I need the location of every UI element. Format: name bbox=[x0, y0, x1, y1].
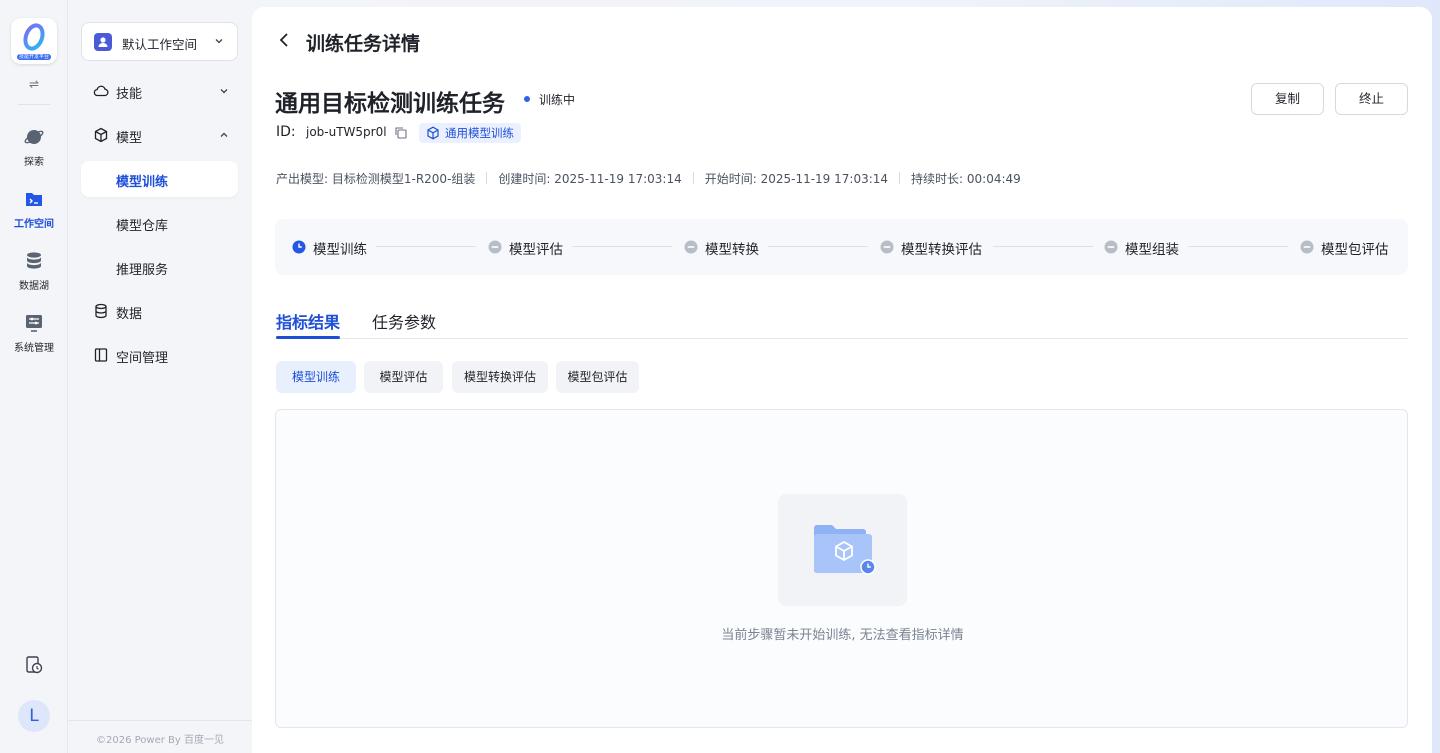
empty-message: 当前步骤暂未开始训练, 无法查看指标详情 bbox=[721, 628, 964, 643]
tab-divider bbox=[275, 338, 1408, 339]
sidebar-item-model-training[interactable]: 模型训练 bbox=[81, 161, 238, 197]
copy-icon[interactable] bbox=[394, 126, 407, 139]
step-label: 模型包评估 bbox=[1321, 242, 1389, 258]
sidebar-item-label: 空间管理 bbox=[116, 351, 169, 366]
logo-caption: 技能开发平台 bbox=[16, 54, 51, 60]
chevron-down-icon bbox=[220, 89, 228, 94]
database-icon bbox=[27, 252, 41, 269]
empty-folder-icon bbox=[814, 525, 876, 575]
user-avatar[interactable]: L bbox=[18, 700, 50, 732]
page-title: 训练任务详情 bbox=[306, 33, 421, 55]
swap-icon[interactable]: ⇌ bbox=[25, 77, 43, 91]
sidebar-item-model-repo[interactable]: 模型仓库 bbox=[81, 205, 238, 241]
sidebar-item-inference[interactable]: 推理服务 bbox=[81, 249, 238, 285]
sidebar-item-label: 模型 bbox=[116, 131, 143, 146]
task-meta: 产出模型: 目标检测模型1-R200-组装 创建时间: 2025-11-19 17… bbox=[276, 170, 1021, 187]
step-connector bbox=[993, 246, 1093, 247]
rail-item-label: 工作空间 bbox=[14, 219, 54, 230]
chevron-up-icon bbox=[220, 132, 228, 137]
rail-divider bbox=[18, 104, 50, 105]
rail-item-label: 系统管理 bbox=[14, 343, 54, 354]
tag-label: 通用模型训练 bbox=[445, 126, 514, 140]
tab-active-indicator bbox=[276, 336, 340, 339]
tab-metrics[interactable]: 指标结果 bbox=[276, 309, 340, 333]
cloud-icon bbox=[93, 85, 109, 97]
workspace-icon bbox=[94, 33, 112, 51]
back-arrow-icon[interactable] bbox=[276, 31, 292, 49]
sidebar-item-label: 模型仓库 bbox=[116, 219, 169, 234]
terminal-folder-icon bbox=[26, 193, 42, 206]
task-status: 训练中 bbox=[539, 93, 576, 107]
task-type-tag: 通用模型训练 bbox=[419, 123, 521, 143]
rail-item-label: 数据湖 bbox=[19, 281, 49, 292]
step-connector bbox=[768, 246, 868, 247]
id-value: job-uTW5pr0l bbox=[306, 125, 387, 139]
chip-package-eval[interactable]: 模型包评估 bbox=[556, 361, 639, 393]
step-label: 模型转换评估 bbox=[901, 242, 982, 258]
chip-model-eval[interactable]: 模型评估 bbox=[364, 361, 443, 393]
sidebar-item-skills[interactable]: 技能 bbox=[81, 73, 238, 109]
rail-item-workspace[interactable]: 工作空间 bbox=[0, 189, 68, 230]
pending-icon bbox=[880, 240, 894, 254]
tab-params[interactable]: 任务参数 bbox=[372, 309, 436, 333]
task-name: 通用目标检测训练任务 bbox=[275, 91, 505, 117]
rail-item-system[interactable]: 系统管理 bbox=[0, 313, 68, 354]
app-logo[interactable]: 技能开发平台 bbox=[11, 18, 57, 64]
app-rail: 技能开发平台 ⇌ 探索 工作空间 数据湖 系统管理 L bbox=[0, 0, 68, 753]
chip-convert-eval[interactable]: 模型转换评估 bbox=[452, 361, 548, 393]
step-label: 模型组装 bbox=[1125, 242, 1179, 258]
rail-item-label: 探索 bbox=[24, 157, 44, 168]
database-icon bbox=[95, 303, 107, 319]
meta-duration: 持续时长: 00:04:49 bbox=[911, 172, 1021, 186]
schedule-doc-icon[interactable] bbox=[24, 655, 44, 675]
workspace-name: 默认工作空间 bbox=[122, 37, 198, 52]
main-card: 训练任务详情 通用目标检测训练任务 训练中 复制 终止 ID: job-uTW5… bbox=[252, 7, 1432, 753]
pending-icon bbox=[1300, 240, 1314, 254]
step-connector bbox=[376, 246, 476, 247]
pending-icon bbox=[488, 240, 502, 254]
sidebar-item-label: 模型训练 bbox=[116, 175, 169, 190]
sidebar-footer-divider bbox=[68, 720, 252, 721]
step-label: 模型评估 bbox=[509, 242, 563, 258]
meta-created: 创建时间: 2025-11-19 17:03:14 bbox=[498, 172, 682, 186]
pipeline-steps: 模型训练 模型评估 模型转换 模型转换评估 模型组装 模型包评估 bbox=[275, 219, 1408, 275]
meta-started: 开始时间: 2025-11-19 17:03:14 bbox=[704, 172, 889, 186]
step-label: 模型训练 bbox=[313, 242, 367, 258]
chevron-down-icon bbox=[215, 39, 223, 44]
sidebar-item-label: 推理服务 bbox=[116, 263, 169, 278]
meta-output-model: 产出模型: 目标检测模型1-R200-组装 bbox=[276, 172, 476, 186]
chip-model-training[interactable]: 模型训练 bbox=[276, 361, 356, 393]
pending-icon bbox=[1104, 240, 1118, 254]
sidebar-item-data[interactable]: 数据 bbox=[81, 293, 238, 329]
cube-icon bbox=[427, 126, 439, 140]
status-dot bbox=[524, 96, 530, 102]
sidebar-item-model[interactable]: 模型 bbox=[81, 117, 238, 153]
empty-illustration bbox=[778, 494, 907, 606]
cube-icon bbox=[94, 127, 108, 143]
stop-button[interactable]: 终止 bbox=[1335, 83, 1408, 115]
sidebar-item-label: 技能 bbox=[116, 87, 143, 102]
door-icon bbox=[94, 348, 108, 362]
clock-icon bbox=[292, 240, 306, 254]
sidebar: 默认工作空间 技能 模型 模型训练 模型仓库 推理服务 数据 空间管理 ©202… bbox=[68, 0, 252, 753]
rail-item-explore[interactable]: 探索 bbox=[0, 127, 68, 168]
sidebar-footer: ©2026 Power By 百度一见 bbox=[96, 735, 224, 746]
step-connector bbox=[572, 246, 672, 247]
step-label: 模型转换 bbox=[705, 242, 759, 258]
sidebar-item-space-management[interactable]: 空间管理 bbox=[81, 337, 238, 373]
rail-item-datalake[interactable]: 数据湖 bbox=[0, 251, 68, 292]
copy-button[interactable]: 复制 bbox=[1251, 83, 1324, 115]
id-label: ID: bbox=[276, 124, 296, 140]
settings-panel-icon bbox=[26, 315, 42, 332]
pending-icon bbox=[684, 240, 698, 254]
metrics-panel: 当前步骤暂未开始训练, 无法查看指标详情 bbox=[275, 409, 1408, 728]
planet-icon bbox=[24, 130, 44, 144]
workspace-selector[interactable]: 默认工作空间 bbox=[81, 22, 238, 61]
sidebar-item-label: 数据 bbox=[116, 307, 143, 322]
step-connector bbox=[1188, 246, 1288, 247]
